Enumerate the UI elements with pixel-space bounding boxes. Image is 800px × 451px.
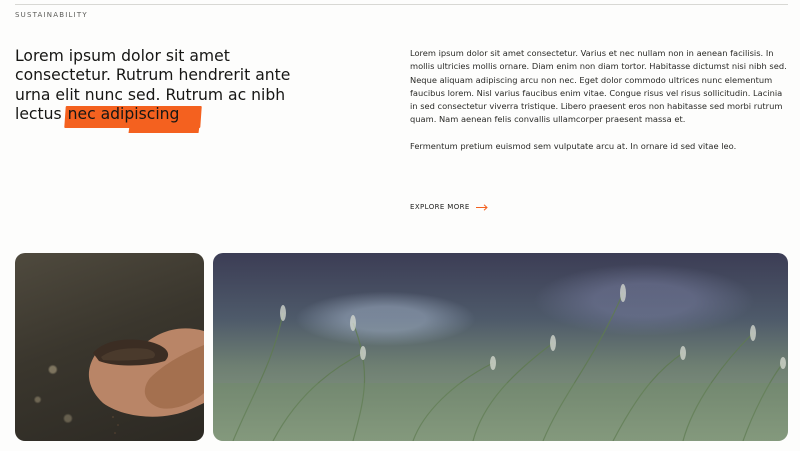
headline: Lorem ipsum dolor sit amet consectetur. …	[15, 47, 315, 124]
headline-highlight: nec adipiscing	[67, 104, 180, 123]
explore-more-link[interactable]: EXPLORE MORE	[410, 203, 488, 211]
body-paragraph: Lorem ipsum dolor sit amet consectetur. …	[410, 48, 787, 125]
body-copy: Lorem ipsum dolor sit amet consectetur. …	[410, 47, 788, 153]
section-label: SUSTAINABILITY	[15, 11, 88, 19]
soil-hands-photo	[15, 253, 204, 441]
wild-grass-photo	[213, 253, 788, 441]
body-paragraph: Fermentum pretium euismod sem vulputate …	[410, 140, 737, 151]
explore-more-label: EXPLORE MORE	[410, 203, 470, 211]
top-divider	[15, 4, 788, 5]
hands-soil-illustration	[88, 328, 204, 434]
grass-illustration	[213, 284, 788, 441]
arrow-right-icon	[475, 203, 488, 211]
sustainability-section: SUSTAINABILITY Lorem ipsum dolor sit ame…	[0, 0, 800, 451]
